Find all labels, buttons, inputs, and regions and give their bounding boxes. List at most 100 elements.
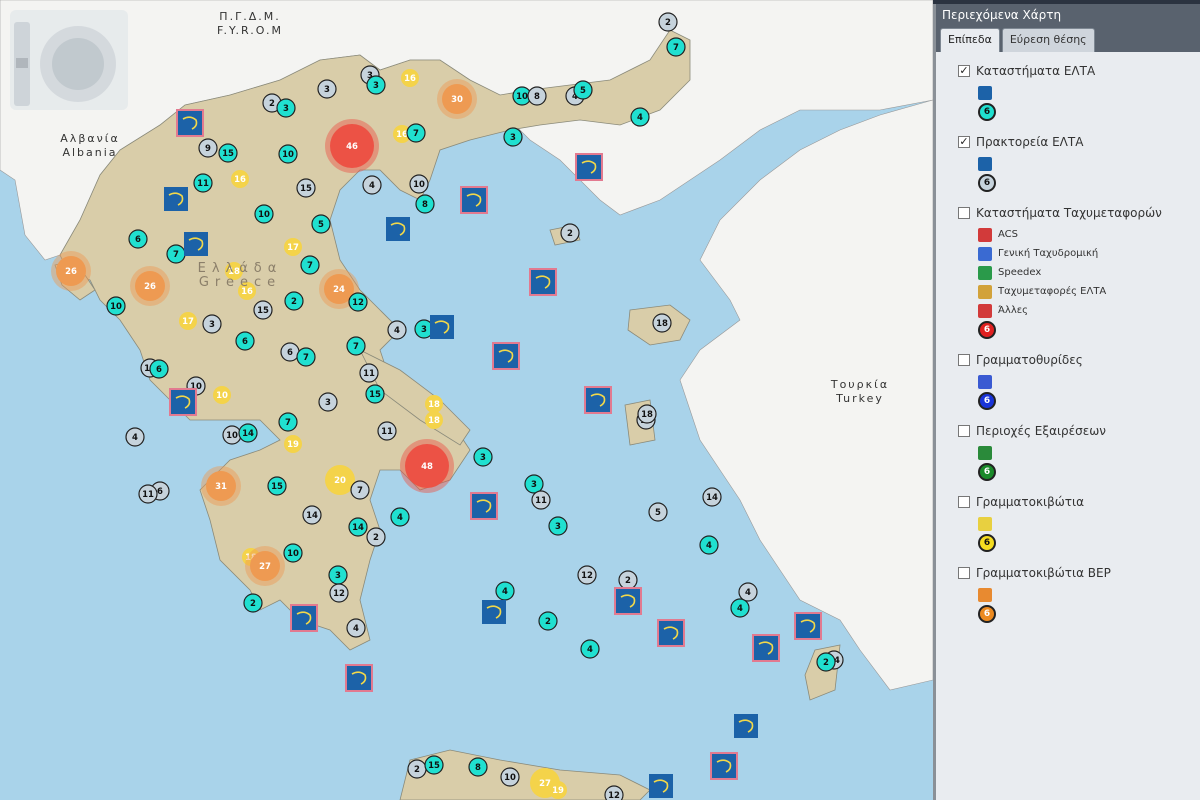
cluster-marker[interactable]: 3 [473, 447, 493, 467]
cluster-marker[interactable]: 18 [425, 395, 443, 413]
cluster-marker[interactable]: 7 [278, 412, 298, 432]
elta-office-marker[interactable] [734, 714, 758, 738]
cluster-marker[interactable]: 10 [106, 296, 126, 316]
cluster-marker[interactable]: 5 [573, 80, 593, 100]
cluster-marker[interactable]: 2 [538, 611, 558, 631]
cluster-marker[interactable]: 15 [296, 178, 316, 198]
elta-office-marker[interactable] [649, 774, 673, 798]
cluster-marker[interactable]: 6 [149, 359, 169, 379]
cluster-marker[interactable]: 18 [425, 411, 443, 429]
cluster-marker[interactable]: 4 [390, 507, 410, 527]
map-view[interactable]: 2 7 3 3 16 30 10 8 4 5 4 2 3 3 9 15 10 46 16 7 3 11 16 15 4 10 8 10… [0, 0, 934, 800]
cluster-marker[interactable]: 15 [218, 143, 238, 163]
cluster-marker[interactable]: 3 [366, 75, 386, 95]
cluster-marker[interactable]: 11 [138, 484, 158, 504]
cluster-marker[interactable]: 2 [658, 12, 678, 32]
cluster-marker[interactable]: 2 [816, 652, 836, 672]
elta-office-marker[interactable] [470, 492, 498, 520]
cluster-marker[interactable]: 4 [346, 618, 366, 638]
cluster-marker[interactable]: 15 [267, 476, 287, 496]
cluster-marker[interactable]: 17 [284, 238, 302, 256]
layer-checkbox[interactable] [958, 567, 970, 579]
elta-office-marker[interactable] [169, 388, 197, 416]
layer-row[interactable]: Καταστήματα Ταχυμεταφορών [958, 204, 1200, 222]
zoom-slider-handle[interactable] [16, 58, 28, 68]
cluster-marker[interactable]: 7 [350, 480, 370, 500]
cluster-marker[interactable]: 30 [437, 79, 477, 119]
cluster-marker[interactable]: 2 [284, 291, 304, 311]
layer-row[interactable]: ✓ Πρακτορεία ΕΛΤΑ [958, 133, 1200, 151]
cluster-marker[interactable]: 9 [198, 138, 218, 158]
cluster-marker[interactable]: 4 [738, 582, 758, 602]
cluster-marker[interactable]: 14 [302, 505, 322, 525]
tab-find-location[interactable]: Εύρεση θέσης [1001, 28, 1095, 52]
cluster-marker[interactable]: 8 [527, 86, 547, 106]
cluster-marker[interactable]: 15 [253, 300, 273, 320]
elta-office-marker[interactable] [710, 752, 738, 780]
cluster-marker[interactable]: 8 [415, 194, 435, 214]
elta-office-marker[interactable] [584, 386, 612, 414]
layer-row[interactable]: ✓ Καταστήματα ΕΛΤΑ [958, 62, 1200, 80]
cluster-marker[interactable]: 3 [276, 98, 296, 118]
cluster-marker[interactable]: 10 [213, 386, 231, 404]
layer-checkbox[interactable] [958, 207, 970, 219]
elta-office-marker[interactable] [345, 664, 373, 692]
cluster-marker[interactable]: 10 [500, 767, 520, 787]
cluster-marker[interactable]: 3 [524, 474, 544, 494]
elta-office-marker[interactable] [482, 600, 506, 624]
cluster-marker[interactable]: 11 [531, 490, 551, 510]
cluster-marker[interactable]: 4 [699, 535, 719, 555]
cluster-marker[interactable]: 26 [51, 251, 91, 291]
cluster-marker[interactable]: 19 [549, 781, 567, 799]
elta-office-marker[interactable] [794, 612, 822, 640]
cluster-marker[interactable]: 18 [652, 313, 672, 333]
cluster-marker[interactable]: 2 [618, 570, 638, 590]
elta-office-marker[interactable] [614, 587, 642, 615]
map-navigation-control[interactable] [10, 10, 128, 110]
elta-office-marker[interactable] [430, 315, 454, 339]
elta-office-marker[interactable] [752, 634, 780, 662]
layer-checkbox[interactable]: ✓ [958, 65, 970, 77]
layer-checkbox[interactable] [958, 354, 970, 366]
cluster-marker[interactable]: 16 [231, 170, 249, 188]
cluster-marker[interactable]: 12 [577, 565, 597, 585]
elta-office-marker[interactable] [575, 153, 603, 181]
cluster-marker[interactable]: 19 [284, 435, 302, 453]
cluster-marker[interactable]: 3 [318, 392, 338, 412]
cluster-marker[interactable]: 18 [637, 404, 657, 424]
cluster-marker[interactable]: 10 [222, 425, 242, 445]
cluster-marker[interactable]: 11 [359, 363, 379, 383]
tab-layers[interactable]: Επίπεδα [940, 28, 1000, 52]
layer-checkbox[interactable] [958, 496, 970, 508]
cluster-marker[interactable]: 8 [468, 757, 488, 777]
cluster-marker[interactable]: 2 [366, 527, 386, 547]
cluster-marker[interactable]: 3 [503, 127, 523, 147]
cluster-marker[interactable]: 4 [580, 639, 600, 659]
cluster-marker[interactable]: 7 [166, 244, 186, 264]
layer-row[interactable]: Γραμματοκιβώτια ΒΕΡ [958, 564, 1200, 582]
cluster-marker[interactable]: 14 [238, 423, 258, 443]
cluster-marker[interactable]: 14 [348, 517, 368, 537]
cluster-marker[interactable]: 11 [377, 421, 397, 441]
cluster-marker[interactable]: 11 [193, 173, 213, 193]
cluster-marker[interactable]: 4 [730, 598, 750, 618]
cluster-marker[interactable]: 7 [346, 336, 366, 356]
elta-office-marker[interactable] [460, 186, 488, 214]
cluster-marker[interactable]: 3 [202, 314, 222, 334]
cluster-marker[interactable]: 15 [365, 384, 385, 404]
cluster-marker[interactable]: 4 [387, 320, 407, 340]
map-canvas[interactable]: 27331630 10 8 4542 339 15 104616 7 311 1615 4 10810… [0, 0, 934, 800]
layer-row[interactable]: Γραμματοθυρίδες [958, 351, 1200, 369]
cluster-marker[interactable]: 2 [407, 759, 427, 779]
cluster-marker[interactable]: 16 [401, 69, 419, 87]
layer-row[interactable]: Περιοχές Εξαιρέσεων [958, 422, 1200, 440]
cluster-marker[interactable]: 3 [328, 565, 348, 585]
cluster-marker[interactable]: 5 [311, 214, 331, 234]
cluster-marker[interactable]: 4 [495, 581, 515, 601]
cluster-marker[interactable]: 7 [666, 37, 686, 57]
cluster-marker[interactable]: 6 [280, 342, 300, 362]
cluster-marker[interactable]: 4 [125, 427, 145, 447]
cluster-marker[interactable]: 7 [406, 123, 426, 143]
cluster-marker[interactable]: 46 [325, 119, 379, 173]
cluster-marker[interactable]: 27 [245, 546, 285, 586]
